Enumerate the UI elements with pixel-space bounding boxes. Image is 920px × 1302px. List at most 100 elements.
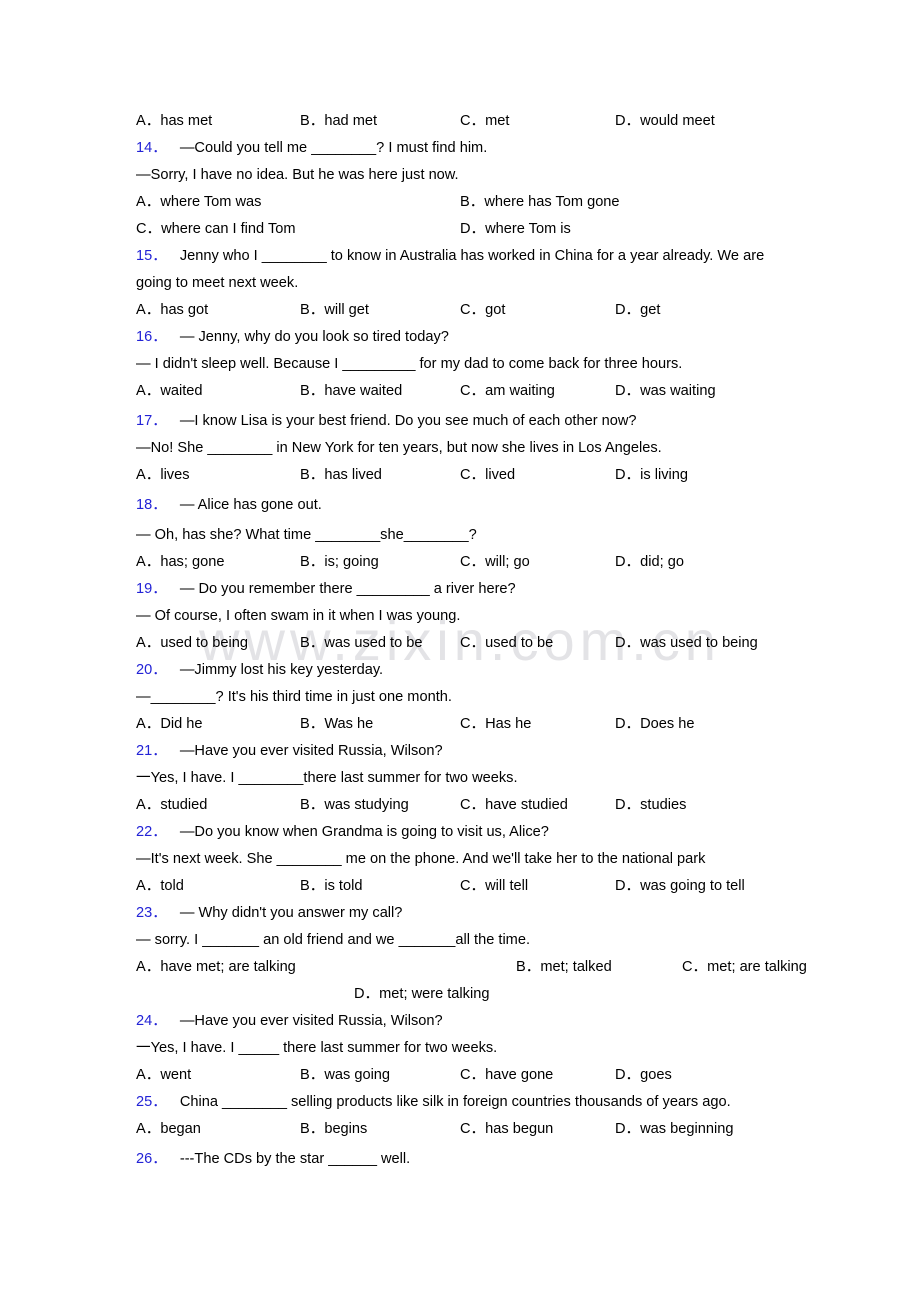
option-b: B．was going [300, 1067, 391, 1083]
question-number: 25． [136, 1094, 167, 1110]
question-23: 23． — Why didn't you answer my call? — so… [136, 900, 807, 1008]
option-c: C．am waiting [460, 383, 555, 399]
question-stem-line-2: 一Yes, I have. I ________there last summe… [136, 765, 800, 792]
question-number: 19． [136, 581, 167, 597]
question-stem-text-2: — Oh, has she? What time ________she____… [136, 527, 477, 543]
question-24: 24． —Have you ever visited Russia, Wilson… [136, 1008, 800, 1089]
question-17: 17． —I know Lisa is your best friend. Do … [136, 408, 800, 489]
option-d: D．was waiting [615, 383, 716, 399]
options-row-cd: C．where can I find Tom D．where Tom is [136, 216, 800, 243]
options-row: A．told B．is told C．will tell D．was going to… [136, 873, 800, 900]
question-21: 21． —Have you ever visited Russia, Wilson… [136, 738, 800, 819]
option-c: C．have studied [460, 797, 568, 813]
question-stem-line-2: —________? It's his third time in just o… [136, 684, 800, 711]
option-d: D．was used to being [615, 635, 758, 651]
question-stem-text-2: — sorry. I _______ an old friend and we … [136, 932, 531, 948]
question-stem-line-1: 14． —Could you tell me ________? I must f… [136, 135, 800, 162]
question-stem-text-2: —________? It's his third time in just o… [136, 689, 452, 705]
option-b: B．has lived [300, 467, 382, 483]
question-number: 17． [136, 413, 167, 429]
option-b: B．will get [300, 302, 369, 318]
question-stem-text: Jenny who I ________ to know in Australi… [136, 248, 765, 291]
option-b: B．was studying [300, 797, 409, 813]
question-16: 16． — Jenny, why do you look so tired tod… [136, 324, 800, 405]
question-stem-text: —Could you tell me ________? I must find… [179, 140, 488, 156]
question-stem-line-1: 21． —Have you ever visited Russia, Wilson… [136, 738, 800, 765]
question-stem-text-2: —It's next week. She ________ me on the … [136, 851, 706, 867]
options-row-ab: A．where Tom was B．where has Tom gone [136, 189, 800, 216]
question-15: 15． Jenny who I ________ to know in Austr… [136, 243, 800, 324]
question-number: 21． [136, 743, 167, 759]
question-19: 19． — Do you remember there _________ a r… [136, 576, 800, 657]
option-d: D．was going to tell [615, 878, 745, 894]
question-stem-line-2: —No! She ________ in New York for ten ye… [136, 435, 800, 462]
option-c: C．has begun [460, 1121, 554, 1137]
option-a: A．told [136, 878, 184, 894]
option-a: A．studied [136, 797, 208, 813]
question-18: 18． — Alice has gone out. — Oh, has she? … [136, 492, 800, 576]
options-row-d: D．met; were talking [136, 981, 800, 1008]
option-a: A．where Tom was [136, 194, 262, 210]
question-number: 20． [136, 662, 167, 678]
question-number: 22． [136, 824, 167, 840]
question-number: 18． [136, 497, 167, 513]
option-c: C．where can I find Tom [136, 221, 296, 237]
option-a: A．Did he [136, 716, 203, 732]
option-d: D．get [615, 302, 661, 318]
option-a: A．have met; are talking [136, 959, 296, 975]
options-row-abc: A．have met; are talking B．met; talked C．me… [136, 954, 807, 981]
question-stem-text: —Do you know when Grandma is going to vi… [179, 824, 549, 840]
question-stem-text: —Have you ever visited Russia, Wilson? [179, 1013, 443, 1029]
option-b: B．where has Tom gone [460, 194, 620, 210]
options-row: A．used to being B．was used to be C．used to… [136, 630, 800, 657]
options-row: A．Did he B．Was he C．Has he D．Does he [136, 711, 800, 738]
option-c: C．Has he [460, 716, 532, 732]
option-b: B．met; talked [516, 959, 612, 975]
question-stem-line-2: — sorry. I _______ an old friend and we … [136, 927, 800, 954]
option-d: D．did; go [615, 554, 684, 570]
option-a: A．has got [136, 302, 209, 318]
question-stem-line-1: 16． — Jenny, why do you look so tired tod… [136, 324, 800, 351]
question-stem-line-2: —It's next week. She ________ me on the … [136, 846, 800, 873]
exam-page: A．has met B．had met C．met D．would meet 14． —… [0, 0, 920, 1302]
question-stem-line-1: 25． China ________ selling products like … [136, 1089, 800, 1116]
orphan-options-row: A．has met B．had met C．met D．would meet [136, 108, 800, 135]
question-stem-line-2: — I didn't sleep well. Because I _______… [136, 351, 800, 378]
question-number: 14． [136, 140, 167, 156]
question-stem-line-1: 19． — Do you remember there _________ a r… [136, 576, 800, 603]
question-stem-text: — Do you remember there _________ a rive… [179, 581, 516, 597]
option-a: A．has met [136, 113, 213, 129]
options-row: A．has got B．will get C．got D．get [136, 297, 800, 324]
question-stem-text-2: —Sorry, I have no idea. But he was here … [136, 167, 459, 183]
question-stem-text: — Alice has gone out. [179, 497, 322, 513]
question-number: 15． [136, 248, 167, 264]
question-stem-text-2: — I didn't sleep well. Because I _______… [136, 356, 683, 372]
question-stem-line-1: 18． — Alice has gone out. [136, 492, 800, 519]
option-d: D．would meet [615, 113, 715, 129]
question-number: 26． [136, 1151, 167, 1167]
option-b: B．Was he [300, 716, 374, 732]
option-c: C．got [460, 302, 506, 318]
question-stem-line-1: 23． — Why didn't you answer my call? [136, 900, 800, 927]
question-25: 25． China ________ selling products like … [136, 1089, 800, 1143]
option-d: D．was beginning [615, 1121, 734, 1137]
question-stem-line-2: 一Yes, I have. I _____ there last summer … [136, 1035, 800, 1062]
option-d: D．met; were talking [354, 986, 490, 1002]
option-d: D．goes [615, 1067, 672, 1083]
option-a: A．began [136, 1121, 201, 1137]
question-number: 24． [136, 1013, 167, 1029]
question-20: 20． —Jimmy lost his key yesterday. —_____… [136, 657, 800, 738]
option-c: C．used to be [460, 635, 554, 651]
question-stem-text: — Jenny, why do you look so tired today? [179, 329, 449, 345]
question-number: 16． [136, 329, 167, 345]
options-row: A．studied B．was studying C．have studied D．s… [136, 792, 800, 819]
question-stem-text: China ________ selling products like sil… [179, 1094, 731, 1110]
option-b: B．is; going [300, 554, 379, 570]
question-stem-text-2: — Of course, I often swam in it when I w… [136, 608, 461, 624]
option-b: B．is told [300, 878, 363, 894]
question-stem-line-1: 24． —Have you ever visited Russia, Wilson… [136, 1008, 800, 1035]
option-a: A．went [136, 1067, 192, 1083]
options-row: A．began B．begins C．has begun D．was beginnin… [136, 1116, 800, 1143]
option-d: D．is living [615, 467, 688, 483]
option-b: B．had met [300, 113, 378, 129]
